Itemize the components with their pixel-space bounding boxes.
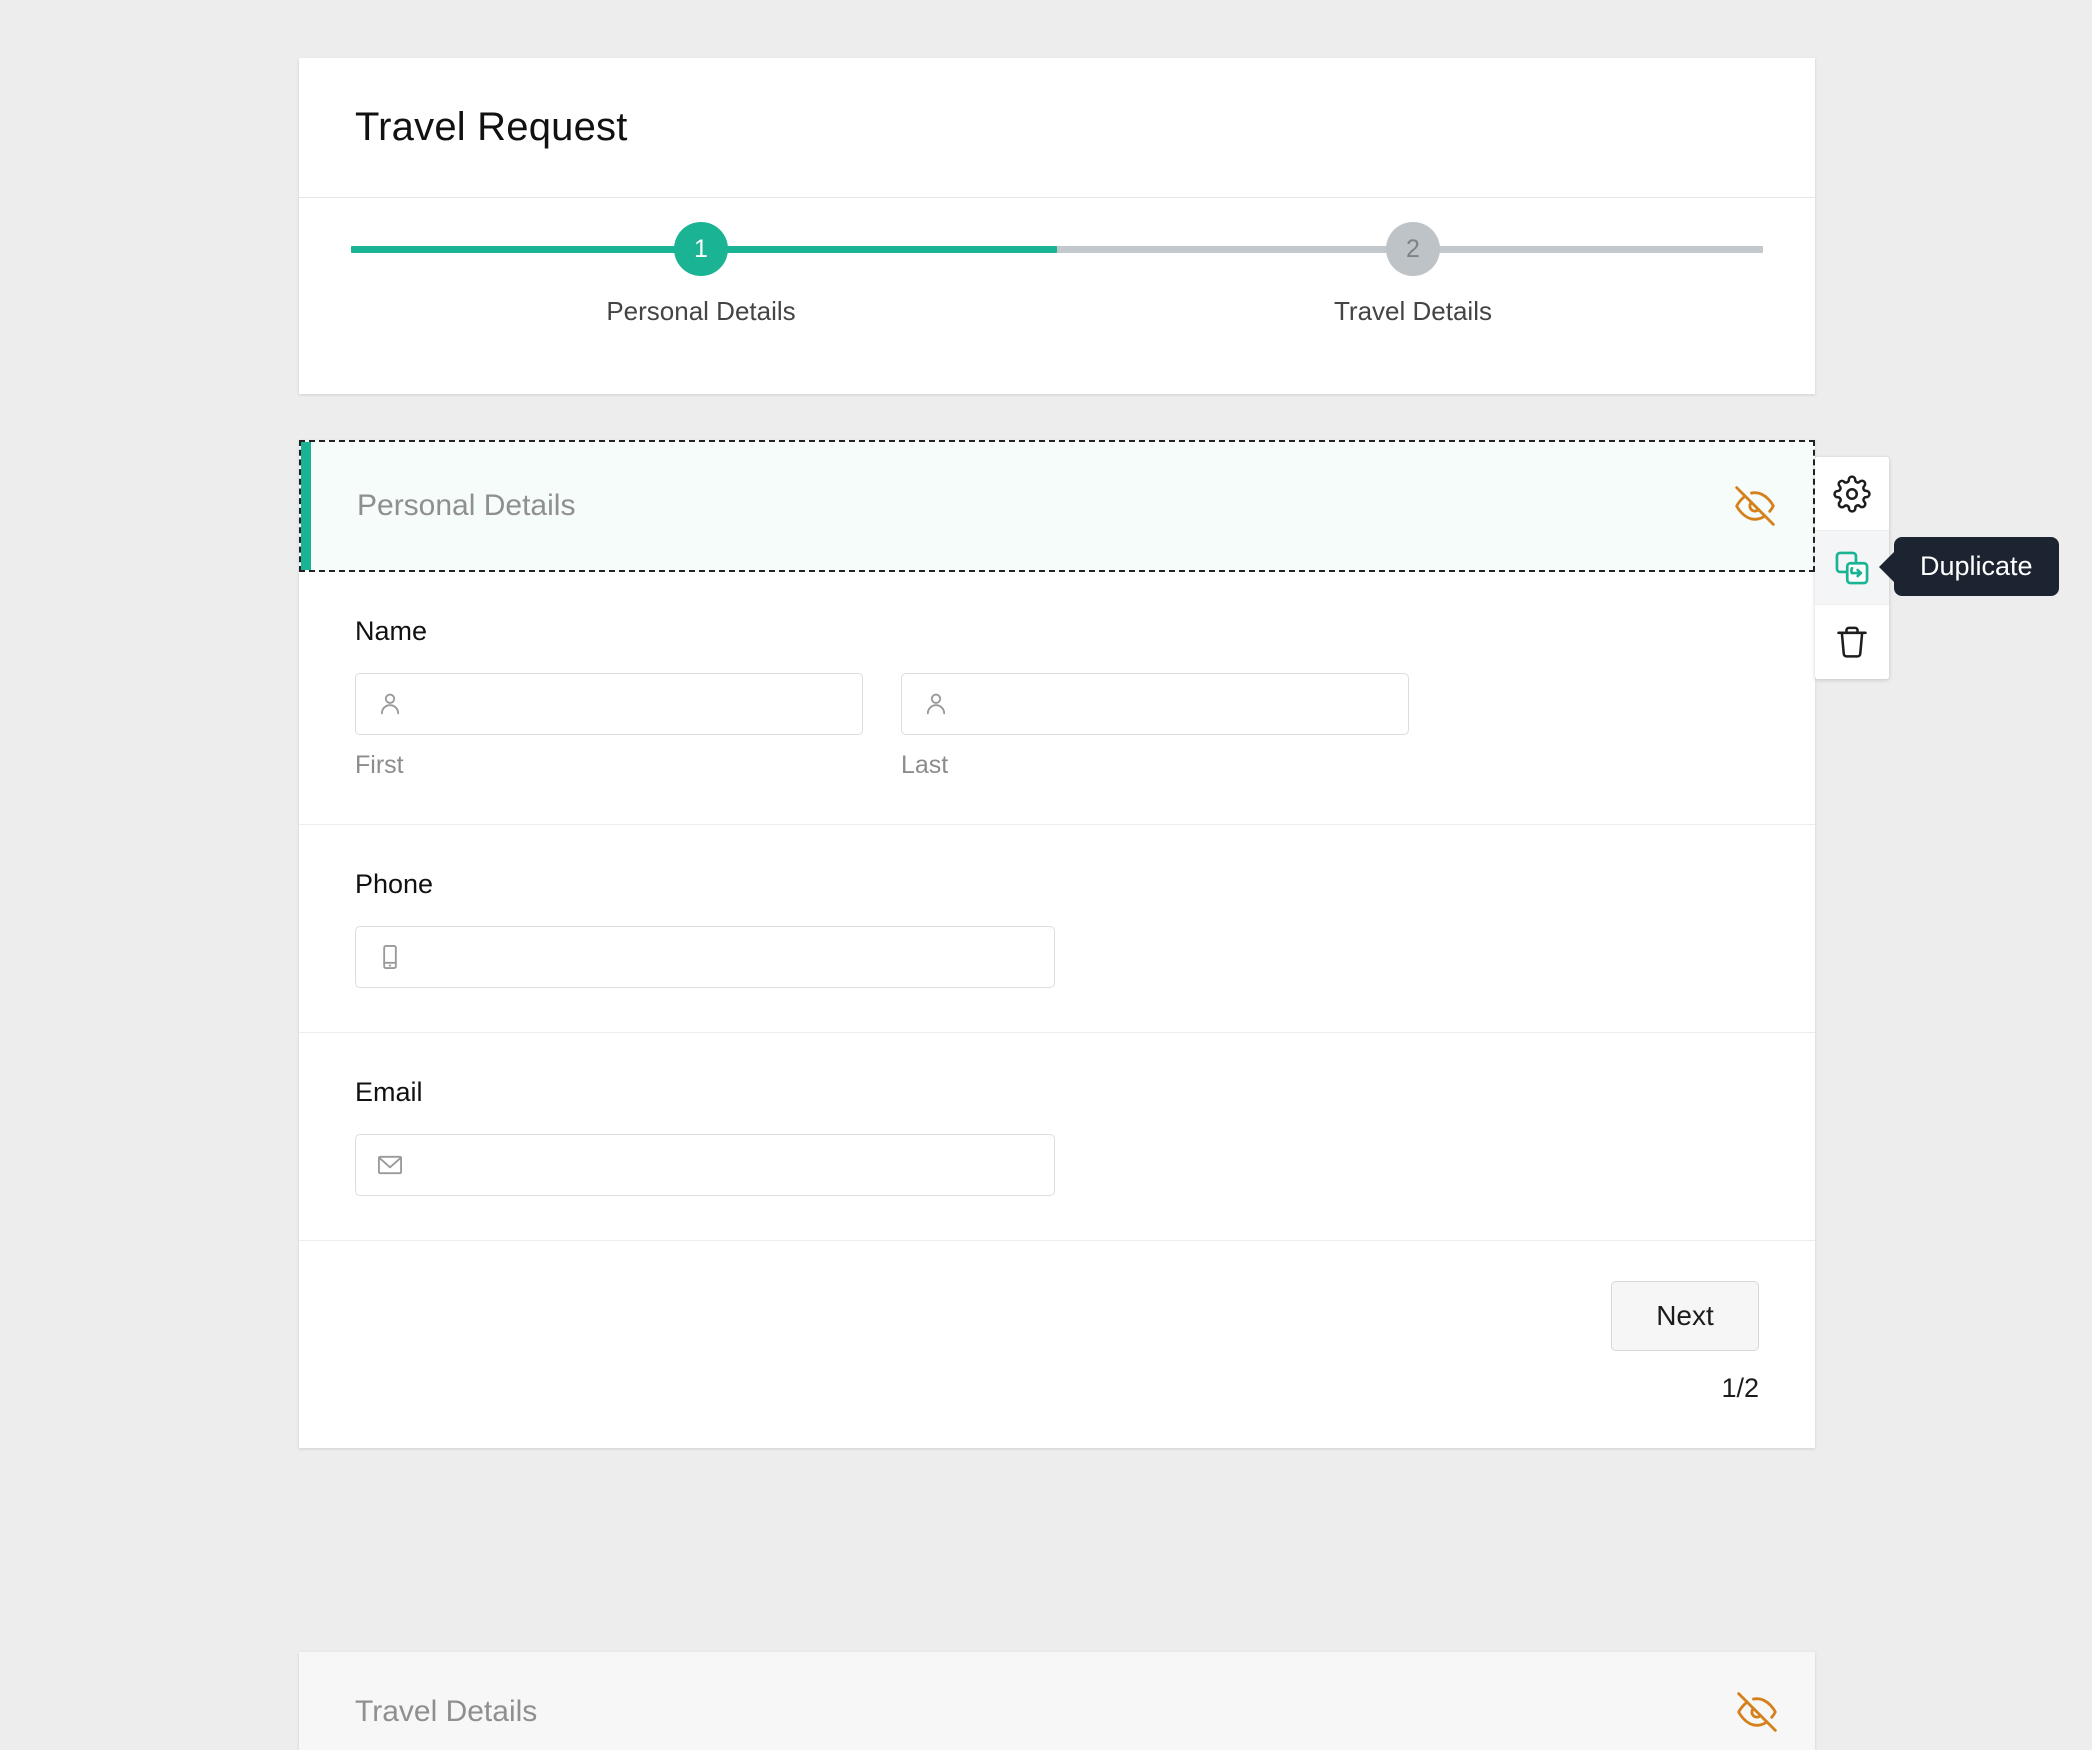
step-2-circle[interactable]: 2 bbox=[1386, 222, 1440, 276]
settings-button[interactable] bbox=[1815, 457, 1889, 531]
eye-off-icon[interactable] bbox=[1737, 1692, 1777, 1732]
duplicate-button[interactable] bbox=[1815, 531, 1889, 605]
section-header-personal-details[interactable]: Personal Details bbox=[299, 440, 1815, 572]
field-block-phone: Phone bbox=[299, 825, 1815, 1033]
envelope-icon bbox=[376, 1151, 404, 1179]
email-input[interactable] bbox=[355, 1134, 1055, 1196]
duplicate-tooltip: Duplicate bbox=[1894, 537, 2059, 596]
stepper-track bbox=[351, 246, 1763, 253]
phone-input[interactable] bbox=[355, 926, 1055, 988]
eye-off-icon[interactable] bbox=[1735, 486, 1775, 526]
section-header-travel-details[interactable]: Travel Details bbox=[299, 1652, 1815, 1750]
user-icon bbox=[376, 690, 404, 718]
last-name-input[interactable] bbox=[901, 673, 1409, 735]
name-last-col: Last bbox=[901, 673, 1409, 780]
next-button[interactable]: Next bbox=[1611, 1281, 1759, 1351]
section-accent-bar bbox=[301, 442, 311, 570]
user-icon bbox=[922, 690, 950, 718]
personal-details-card: Personal Details Name First Last Phone E… bbox=[299, 440, 1815, 1448]
stepper: 1 Personal Details 2 Travel Details bbox=[299, 198, 1815, 394]
gear-icon bbox=[1833, 474, 1871, 513]
step-1-circle[interactable]: 1 bbox=[674, 222, 728, 276]
first-name-sublabel: First bbox=[355, 751, 404, 779]
section-title: Personal Details bbox=[357, 489, 576, 522]
last-name-sublabel: Last bbox=[901, 751, 949, 779]
mobile-phone-icon bbox=[376, 943, 404, 971]
page-indicator: 1/2 bbox=[1721, 1373, 1759, 1403]
duplicate-icon bbox=[1835, 551, 1869, 584]
name-label: Name bbox=[355, 616, 428, 646]
form-footer: Next 1/2 bbox=[299, 1241, 1815, 1448]
field-block-name: Name First Last bbox=[299, 572, 1815, 825]
name-inputs-row: First Last bbox=[355, 673, 1759, 780]
bottom-section-title: Travel Details bbox=[355, 1695, 538, 1728]
email-label: Email bbox=[355, 1077, 423, 1107]
name-first-col: First bbox=[355, 673, 863, 780]
first-name-input[interactable] bbox=[355, 673, 863, 735]
step-2-label: Travel Details bbox=[1334, 296, 1492, 326]
step-1-label: Personal Details bbox=[606, 296, 796, 326]
header-title-row: Travel Request bbox=[299, 58, 1815, 198]
trash-icon bbox=[1837, 626, 1867, 658]
delete-button[interactable] bbox=[1815, 605, 1889, 679]
page-root: Travel Request 1 Personal Details 2 Trav… bbox=[0, 0, 2092, 1750]
travel-details-card: Travel Details bbox=[299, 1652, 1815, 1750]
section-toolbar bbox=[1815, 457, 1889, 679]
phone-label: Phone bbox=[355, 869, 434, 899]
field-block-email: Email bbox=[299, 1033, 1815, 1241]
form-header-card: Travel Request 1 Personal Details 2 Trav… bbox=[299, 58, 1815, 394]
page-title: Travel Request bbox=[355, 105, 628, 149]
